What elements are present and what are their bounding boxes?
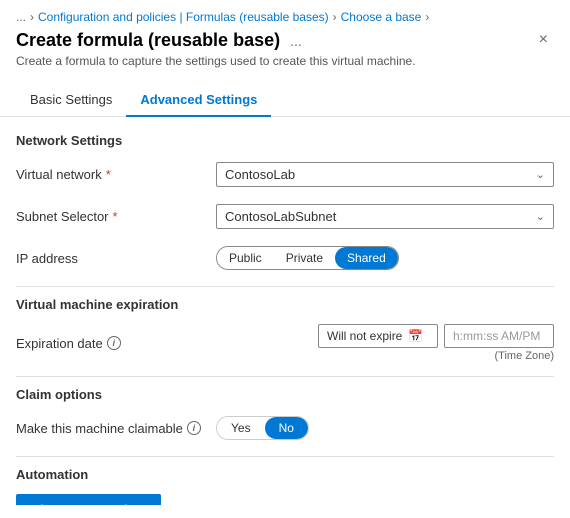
subnet-value: ContosoLabSubnet — [225, 209, 336, 224]
breadcrumb-sep2: › — [333, 10, 337, 24]
more-options-button[interactable]: ... — [286, 31, 306, 51]
ip-shared-option[interactable]: Shared — [335, 247, 398, 269]
subnet-row: Subnet Selector * ContosoLabSubnet ⌄ — [16, 202, 554, 230]
panel-header: Create formula (reusable base) ... Creat… — [0, 30, 570, 72]
section-divider-2 — [16, 376, 554, 377]
expiration-date-label: Expiration date i — [16, 336, 216, 351]
virtual-network-select[interactable]: ContosoLab ⌄ — [216, 162, 554, 187]
calendar-icon: 📅 — [408, 329, 423, 343]
breadcrumb-sep3: › — [425, 10, 429, 24]
ip-public-option[interactable]: Public — [217, 247, 274, 269]
subnet-control: ContosoLabSubnet ⌄ — [216, 204, 554, 229]
claimable-row: Make this machine claimable i Yes No — [16, 414, 554, 442]
breadcrumb-item2[interactable]: Choose a base — [341, 10, 422, 24]
virtual-network-control: ContosoLab ⌄ — [216, 162, 554, 187]
automation-section: Automation View ARM template — [16, 467, 554, 505]
claimable-control: Yes No — [216, 416, 554, 440]
breadcrumb-sep1: › — [30, 10, 34, 24]
section-divider-3 — [16, 456, 554, 457]
claimable-toggle-group: Yes No — [216, 416, 309, 440]
claim-section-title: Claim options — [16, 387, 554, 402]
claimable-label: Make this machine claimable i — [16, 421, 216, 436]
expiration-date-control: Will not expire 📅 h:mm:ss AM/PM (Time Zo… — [216, 324, 554, 362]
virtual-network-value: ContosoLab — [225, 167, 295, 182]
page-title: Create formula (reusable base) — [16, 30, 280, 51]
tab-advanced[interactable]: Advanced Settings — [126, 84, 271, 117]
chevron-down-icon-subnet: ⌄ — [536, 210, 545, 223]
required-star-subnet: * — [113, 209, 118, 224]
expiration-date-input[interactable]: Will not expire 📅 — [318, 324, 438, 348]
automation-section-title: Automation — [16, 467, 554, 482]
ip-address-label: IP address — [16, 251, 216, 266]
breadcrumb-item1[interactable]: Configuration and policies | Formulas (r… — [38, 10, 329, 24]
expiration-section-title: Virtual machine expiration — [16, 297, 554, 312]
claimable-info-icon[interactable]: i — [187, 421, 201, 435]
ip-address-control: Public Private Shared — [216, 246, 554, 270]
expiration-time-input[interactable]: h:mm:ss AM/PM — [444, 324, 554, 348]
view-arm-button[interactable]: View ARM template — [16, 494, 161, 505]
expiration-date-value: Will not expire — [327, 329, 402, 343]
tab-bar: Basic Settings Advanced Settings — [0, 76, 570, 117]
tab-basic[interactable]: Basic Settings — [16, 84, 126, 117]
virtual-network-row: Virtual network * ContosoLab ⌄ — [16, 160, 554, 188]
breadcrumb: ... › Configuration and policies | Formu… — [0, 0, 570, 30]
subnet-select[interactable]: ContosoLabSubnet ⌄ — [216, 204, 554, 229]
required-star-vnet: * — [106, 167, 111, 182]
close-button[interactable]: × — [533, 30, 554, 50]
page-subtitle: Create a formula to capture the settings… — [16, 54, 416, 68]
ip-address-row: IP address Public Private Shared — [16, 244, 554, 272]
subnet-label: Subnet Selector * — [16, 209, 216, 224]
ip-address-toggle-group: Public Private Shared — [216, 246, 399, 270]
expiration-info-icon[interactable]: i — [107, 336, 121, 350]
expiration-date-row: Expiration date i Will not expire 📅 h:mm… — [16, 324, 554, 362]
expiration-time-placeholder: h:mm:ss AM/PM — [453, 329, 540, 343]
ip-private-option[interactable]: Private — [274, 247, 335, 269]
breadcrumb-dots[interactable]: ... — [16, 10, 26, 24]
timezone-note: (Time Zone) — [495, 350, 555, 362]
expiration-inputs-row: Will not expire 📅 h:mm:ss AM/PM — [318, 324, 554, 348]
claimable-yes-option[interactable]: Yes — [217, 417, 265, 439]
form-content: Network Settings Virtual network * Conto… — [0, 117, 570, 505]
chevron-down-icon: ⌄ — [536, 168, 545, 181]
network-section-title: Network Settings — [16, 133, 554, 148]
section-divider-1 — [16, 286, 554, 287]
virtual-network-label: Virtual network * — [16, 167, 216, 182]
claimable-no-option[interactable]: No — [265, 417, 308, 439]
